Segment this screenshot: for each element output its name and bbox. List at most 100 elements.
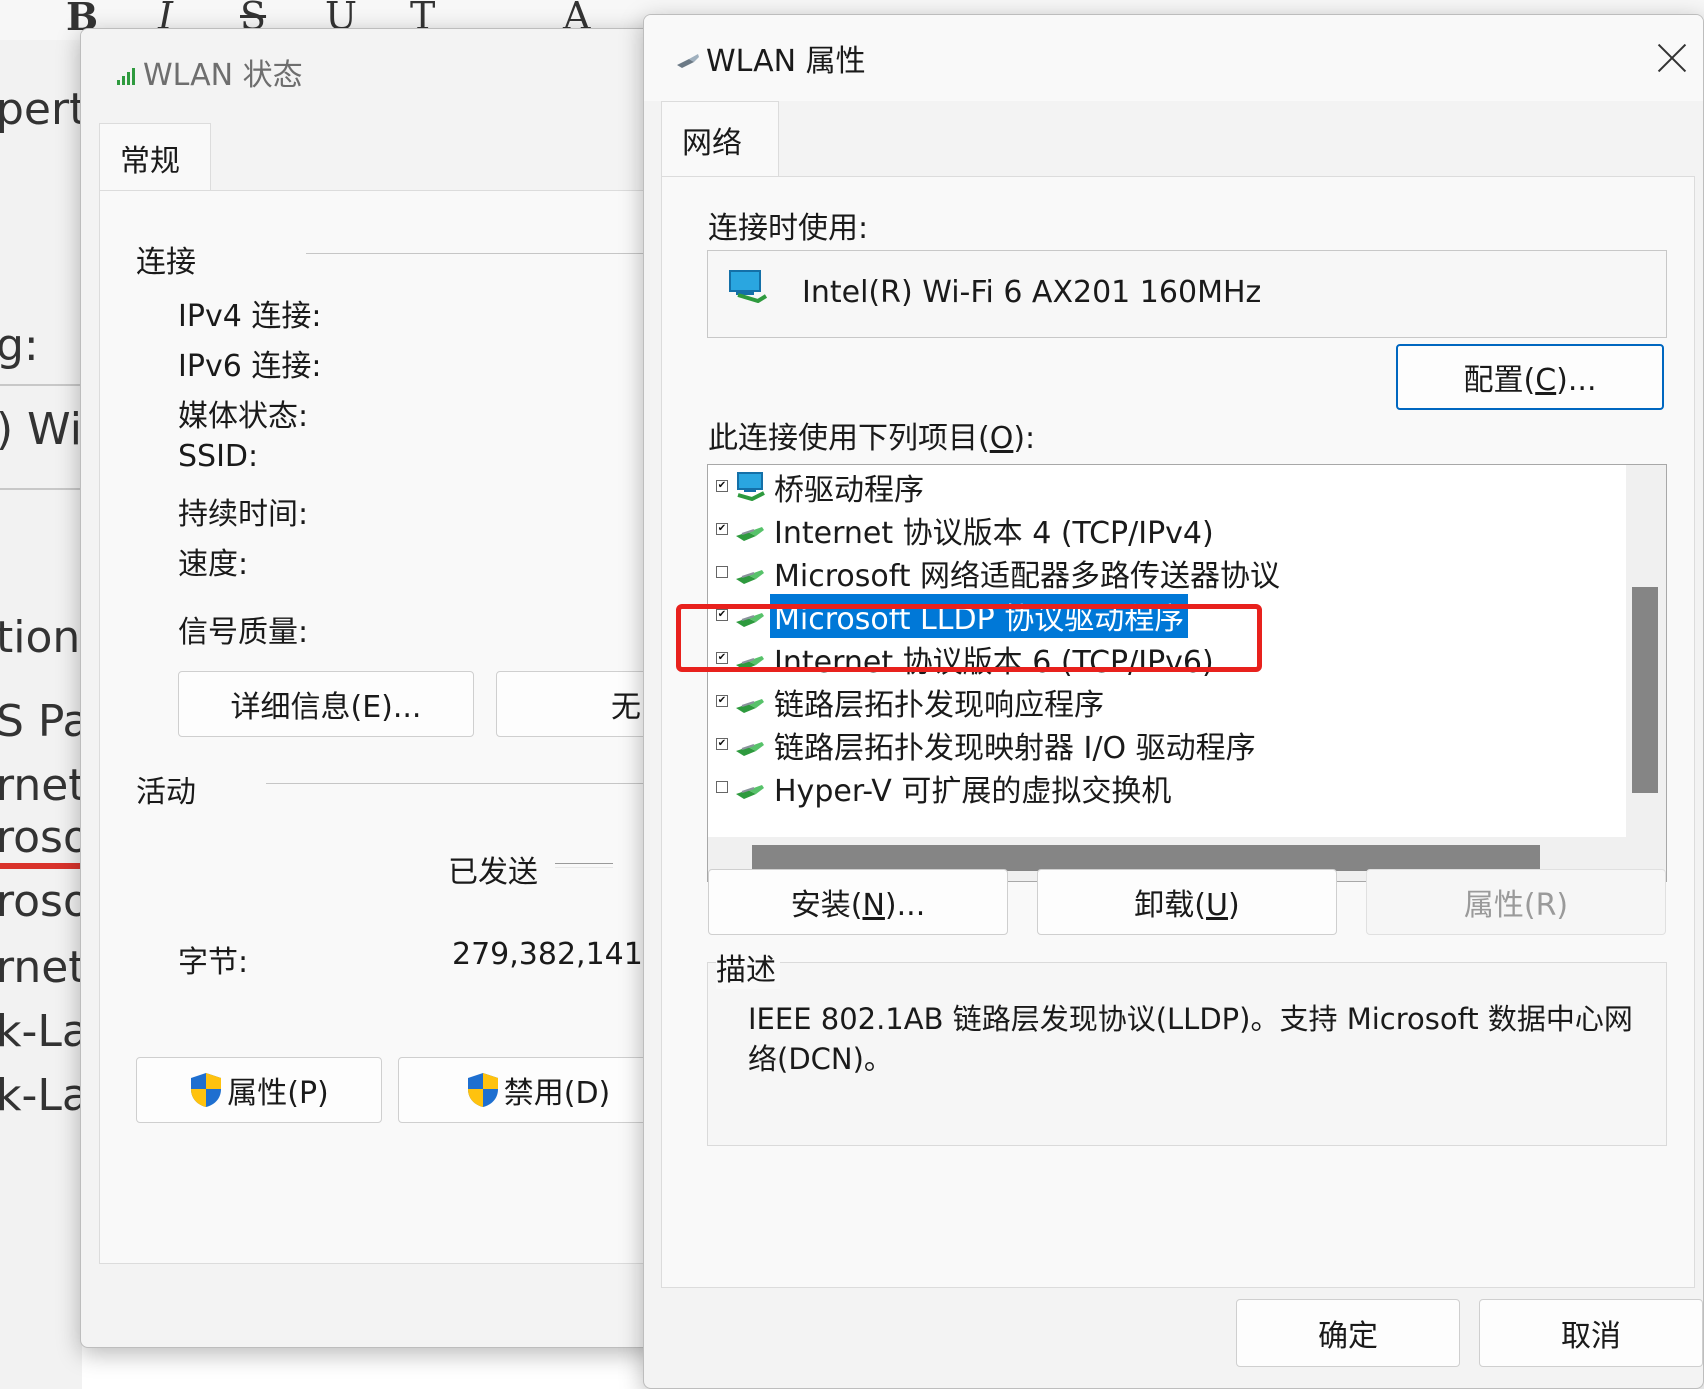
shield-icon (467, 1073, 498, 1107)
ok-button[interactable]: 确定 (1236, 1299, 1460, 1367)
configure-button[interactable]: 配置(C)... (1396, 344, 1664, 410)
bytes-label: 字节: (178, 945, 249, 980)
properties-dialog-title: WLAN 属性 (706, 44, 866, 79)
adapter-box: Intel(R) Wi-Fi 6 AX201 160MHz (707, 250, 1667, 338)
network-protocol-icon (736, 527, 764, 541)
list-item-label: Microsoft 网络适配器多路传送器协议 (774, 558, 1281, 594)
component-properties-button-label: 属性(R) (1463, 888, 1569, 923)
connect-using-label: 连接时使用: (708, 211, 869, 246)
item-checkbox[interactable]: ✔ (716, 695, 728, 707)
item-checkbox[interactable] (716, 781, 728, 793)
list-item-label: 链路层拓扑发现响应程序 (774, 687, 1104, 723)
items-list-label: 此连接使用下列项目(O): (708, 421, 1036, 456)
wifi-signal-icon (117, 68, 135, 85)
background-text: ) Wi (0, 404, 82, 455)
network-protocol-icon (736, 570, 764, 584)
background-text: rosof (0, 876, 82, 927)
wlan-properties-dialog: WLAN 属性 网络 连接时使用: Intel(R) Wi-Fi 6 AX201… (643, 14, 1704, 1389)
ipv4-connectivity-label: IPv4 连接: (178, 299, 322, 334)
components-list[interactable]: ✔ 桥驱动程序 ✔ Internet 协议版本 4 (TCP/IPv4) Microso… (707, 464, 1667, 882)
network-card-icon (729, 270, 768, 303)
list-item-label: Hyper-V 可扩展的虚拟交换机 (774, 773, 1172, 809)
background-text: rnet (0, 942, 82, 993)
wireless-properties-button-label: 无 (611, 690, 641, 725)
item-checkbox[interactable]: ✔ (716, 738, 728, 750)
details-button[interactable]: 详细信息(E)... (178, 671, 474, 737)
background-text: rnet (0, 760, 82, 811)
install-button[interactable]: 安装(N)... (708, 869, 1008, 935)
background-text: rosof (0, 812, 82, 869)
list-item[interactable]: ✔ 链路层拓扑发现响应程序 (708, 680, 1608, 723)
status-dialog-title: WLAN 状态 (143, 58, 303, 93)
vertical-scrollbar[interactable] (1626, 465, 1666, 839)
properties-titlebar[interactable]: WLAN 属性 (644, 15, 1703, 101)
connection-separator (306, 253, 659, 254)
network-protocol-icon (736, 742, 764, 756)
list-item-label: 桥驱动程序 (774, 472, 924, 508)
tab-networking-label: 网络 (682, 125, 742, 161)
list-item-label: 链路层拓扑发现映射器 I/O 驱动程序 (774, 730, 1256, 766)
list-item[interactable]: ✔ Internet 协议版本 4 (TCP/IPv4) (708, 508, 1608, 551)
ipv6-connectivity-label: IPv6 连接: (178, 349, 322, 384)
background-text: k-Lay (0, 1006, 82, 1057)
configure-button-label: 配置(C)... (1463, 363, 1597, 398)
item-checkbox[interactable] (716, 566, 728, 578)
background-divider (0, 384, 82, 386)
component-properties-button[interactable]: 属性(R) (1366, 869, 1666, 935)
disable-button-label: 禁用(D) (503, 1076, 611, 1111)
activity-separator (266, 783, 659, 784)
list-item-label: Internet 协议版本 4 (TCP/IPv4) (774, 515, 1214, 551)
adapter-name: Intel(R) Wi-Fi 6 AX201 160MHz (802, 275, 1262, 310)
network-adapter-icon (677, 54, 699, 68)
list-item[interactable]: Microsoft 网络适配器多路传送器协议 (708, 551, 1608, 594)
sent-label: 已发送 (448, 855, 538, 890)
background-text: S Pa (0, 696, 82, 747)
vertical-scrollbar-thumb[interactable] (1632, 587, 1658, 793)
uninstall-button[interactable]: 卸载(U) (1037, 869, 1337, 935)
background-left-panel: pertie g: ) Wi tion u S Pa rnet rosof ro… (0, 40, 82, 1389)
description-box: IEEE 802.1AB 链路层发现协议(LLDP)。支持 Microsoft … (707, 962, 1667, 1146)
disable-button[interactable]: 禁用(D) (398, 1057, 659, 1123)
close-icon[interactable] (1657, 43, 1687, 73)
annotation-highlight-box (676, 604, 1262, 672)
details-button-label: 详细信息(E)... (230, 690, 422, 725)
install-button-label: 安装(N)... (790, 888, 926, 923)
background-text: tion u (0, 612, 82, 663)
status-panel: 连接 IPv4 连接: IPv6 连接: 媒体状态: SSID: 持续时间: 速… (99, 190, 659, 1264)
background-text: k-Lay (0, 1070, 82, 1121)
list-item[interactable]: ✔ 链路层拓扑发现映射器 I/O 驱动程序 (708, 723, 1608, 766)
description-text: IEEE 802.1AB 链路层发现协议(LLDP)。支持 Microsoft … (748, 1002, 1633, 1076)
uninstall-button-label: 卸载(U) (1134, 888, 1240, 923)
status-properties-button-label: 属性(P) (227, 1076, 329, 1111)
list-item[interactable]: Hyper-V 可扩展的虚拟交换机 (708, 766, 1608, 809)
description-label: 描述 (716, 945, 780, 989)
status-properties-button[interactable]: 属性(P) (136, 1057, 382, 1123)
wlan-status-dialog: WLAN 状态 常规 连接 IPv4 连接: IPv6 连接: 媒体状态: SS… (80, 28, 660, 1348)
signal-quality-label: 信号质量: (178, 615, 309, 650)
media-state-label: 媒体状态: (178, 399, 309, 434)
speed-label: 速度: (178, 547, 249, 582)
duration-label: 持续时间: (178, 497, 309, 532)
properties-panel: 连接时使用: Intel(R) Wi-Fi 6 AX201 160MHz 配置(… (661, 176, 1695, 1288)
list-item[interactable]: ✔ 桥驱动程序 (708, 465, 1608, 508)
shield-icon (191, 1073, 222, 1107)
tab-general[interactable]: 常规 (99, 123, 211, 191)
wireless-properties-button[interactable]: 无 (496, 671, 659, 737)
activity-section-title: 活动 (136, 775, 196, 810)
cancel-button[interactable]: 取消 (1479, 1299, 1703, 1367)
bytes-sent-value: 279,382,141 (452, 937, 643, 972)
ssid-label: SSID: (178, 439, 259, 474)
background-divider (0, 488, 82, 490)
ok-button-label: 确定 (1318, 1319, 1378, 1354)
status-titlebar[interactable]: WLAN 状态 (81, 29, 659, 115)
activity-indicator-line (555, 863, 613, 868)
background-text: g: (0, 320, 39, 371)
tab-networking[interactable]: 网络 (661, 101, 779, 177)
connection-section-title: 连接 (136, 245, 196, 280)
network-protocol-icon (736, 785, 764, 799)
bridge-icon (737, 472, 765, 501)
network-protocol-icon (736, 699, 764, 713)
horizontal-scrollbar-thumb[interactable] (752, 845, 1540, 871)
item-checkbox[interactable]: ✔ (716, 480, 728, 492)
item-checkbox[interactable]: ✔ (716, 523, 728, 535)
